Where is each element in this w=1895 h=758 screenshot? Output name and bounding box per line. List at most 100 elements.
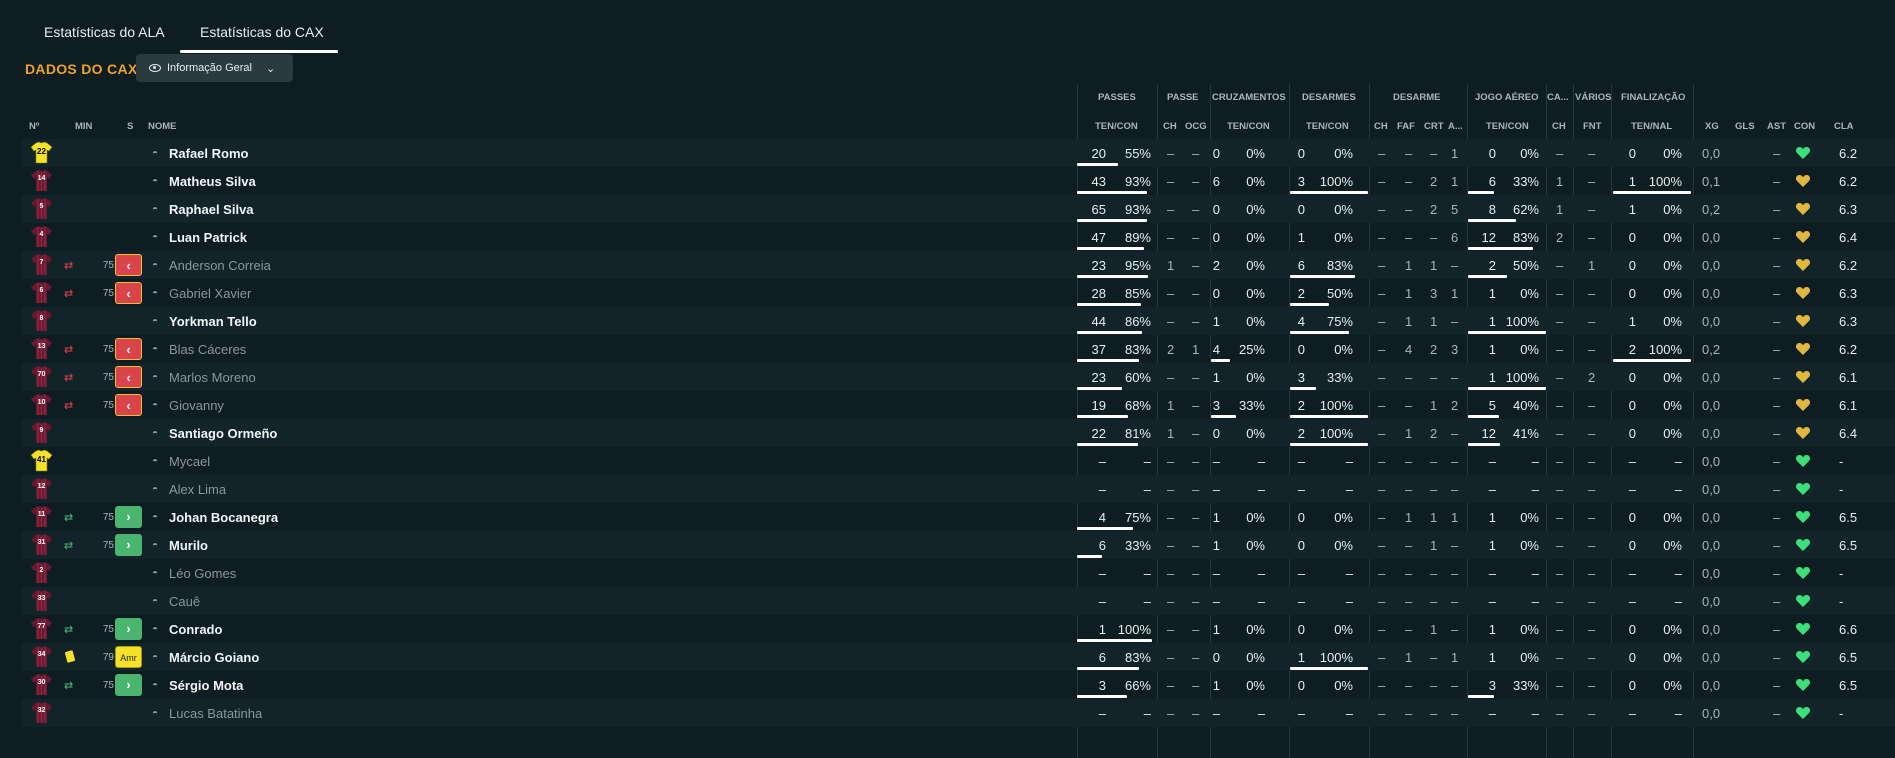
passe-ch: –: [1167, 650, 1175, 665]
table-row[interactable]: 4 ◓ Luan Patrick 47 89% – –0 0% 1 0% – – –6 12 83% 2–0 0…: [22, 223, 1895, 251]
view-selector-dropdown[interactable]: Informação Geral ⌄: [136, 54, 293, 82]
desarme-faf: 1: [1405, 258, 1413, 273]
tackles-pct: –: [1345, 482, 1353, 497]
player-name[interactable]: Sérgio Mota: [169, 678, 243, 693]
table-row[interactable]: 10 ⇄ 75 ‹ ◓ Giovanny 19 68% 1–3 33% 2 100% – –1 2 5 40% –…: [22, 391, 1895, 419]
sub-out-button[interactable]: ‹: [115, 282, 142, 304]
player-name[interactable]: Murilo: [169, 538, 208, 553]
sub-in-button[interactable]: ›: [115, 534, 142, 556]
table-row[interactable]: 30 ⇄ 75 › ◓ Sérgio Mota 3 66% – –1 0% 0 0% – – – –3 33% – –…: [22, 671, 1895, 699]
headers-pct: 41%: [1512, 426, 1539, 441]
passes-pct: –: [1143, 482, 1151, 497]
condition-heart-icon: [1795, 257, 1811, 273]
tab-ala-stats[interactable]: Estatísticas do ALA: [44, 24, 165, 40]
headers-pct: 83%: [1512, 230, 1539, 245]
player-name[interactable]: Conrado: [169, 622, 222, 637]
table-row[interactable]: 5 ◓ Raphael Silva 65 93% – –0 0% 0 0% – –2 5 8 62% 1–1 0…: [22, 195, 1895, 223]
yellow-card-badge[interactable]: Amr: [115, 646, 142, 668]
player-name[interactable]: Blas Cáceres: [169, 342, 246, 357]
header-con[interactable]: CON: [1794, 121, 1815, 132]
header-no[interactable]: Nº: [29, 121, 39, 132]
header-ca-ch[interactable]: CH: [1552, 121, 1566, 132]
header-jogo-aereo[interactable]: TEN/CON: [1486, 121, 1529, 132]
table-row[interactable]: 6 ⇄ 75 ‹ ◓ Gabriel Xavier 28 85% – –0 0% 2 50% –1 3 1 1 0…: [22, 279, 1895, 307]
player-name[interactable]: Alex Lima: [169, 482, 226, 497]
table-row[interactable]: 70 ⇄ 75 ‹ ◓ Marlos Moreno 23 60% – –1 0% 3 33% – – – –1 1…: [22, 363, 1895, 391]
player-name[interactable]: Santiago Ormeño: [169, 426, 277, 441]
desarme-crt: –: [1430, 594, 1438, 609]
table-row[interactable]: 34 79 Amr ◓ Márcio Goiano 6 83% – –0 0% 1 100% –1–1 1…: [22, 643, 1895, 671]
table-row[interactable]: 12 ◓ Alex Lima – – – – – – – – – – – – – – – – – –0,0– -: [22, 475, 1895, 503]
sub-out-button[interactable]: ‹: [115, 366, 142, 388]
passe-ch: –: [1167, 510, 1175, 525]
ca-ch: –: [1556, 146, 1564, 161]
header-ocg[interactable]: OCG: [1185, 121, 1207, 132]
header-passes[interactable]: TEN/CON: [1095, 121, 1138, 132]
header-fnt[interactable]: FNT: [1583, 121, 1601, 132]
header-min[interactable]: MIN: [75, 121, 92, 132]
header-nome[interactable]: NOME: [148, 121, 177, 132]
header-cla[interactable]: CLA: [1834, 121, 1854, 132]
table-row[interactable]: 31 ⇄ 75 › ◓ Murilo 6 33% – –1 0% 0 0% – –1–1 0% – –0 0% 0,0…: [22, 531, 1895, 559]
header-faf[interactable]: FAF: [1397, 121, 1415, 132]
group-ca: CA...: [1547, 92, 1569, 103]
shirt-number: 2: [39, 567, 44, 574]
shots-attempted: 0: [1628, 398, 1636, 413]
player-name[interactable]: Léo Gomes: [169, 566, 236, 581]
table-row[interactable]: 8 ◓ Yorkman Tello 44 86% – –1 0% 4 75% –1 1–1 100% – –…: [22, 307, 1895, 335]
header-cruzamentos[interactable]: TEN/CON: [1227, 121, 1270, 132]
table-row[interactable]: 13 ⇄ 75 ‹ ◓ Blas Cáceres 37 83% 2 1 4 25% 0 0% –4 2 3 1 0%…: [22, 335, 1895, 363]
sub-out-button[interactable]: ‹: [115, 394, 142, 416]
header-a[interactable]: A...: [1448, 121, 1463, 132]
header-s[interactable]: S: [127, 121, 133, 132]
player-name[interactable]: Anderson Correia: [169, 258, 271, 273]
player-name[interactable]: Lucas Batatinha: [169, 706, 262, 721]
player-name[interactable]: Rafael Romo: [169, 146, 248, 161]
header-desarme-ch[interactable]: CH: [1374, 121, 1388, 132]
person-icon: ◓: [152, 400, 159, 411]
header-finalizacao[interactable]: TEN/NAL: [1631, 121, 1672, 132]
header-gls[interactable]: GLS: [1735, 121, 1755, 132]
player-name[interactable]: Yorkman Tello: [169, 314, 257, 329]
header-ast[interactable]: AST: [1767, 121, 1786, 132]
table-row[interactable]: 11 ⇄ 75 › ◓ Johan Bocanegra 4 75% – –1 0% 0 0% –1 1 1 1 0…: [22, 503, 1895, 531]
player-name[interactable]: Marlos Moreno: [169, 370, 256, 385]
sub-in-button[interactable]: ›: [115, 618, 142, 640]
tab-cax-stats[interactable]: Estatísticas do CAX: [200, 24, 324, 40]
table-row[interactable]: 7 ⇄ 75 ‹ ◓ Anderson Correia 23 95% 1 – 2 0% 6 83% – 1 1 –…: [22, 251, 1895, 279]
player-name[interactable]: Gabriel Xavier: [169, 286, 251, 301]
player-name[interactable]: Giovanny: [169, 398, 224, 413]
sub-out-button[interactable]: ‹: [115, 338, 142, 360]
passe-ch: –: [1167, 566, 1175, 581]
sub-out-button[interactable]: ‹: [115, 254, 142, 276]
desarme-ch: –: [1378, 650, 1386, 665]
table-row[interactable]: 14 ◓ Matheus Silva 43 93% – – 6 0% 3 100% – – 2 1 6 33% 1…: [22, 167, 1895, 195]
player-name[interactable]: Johan Bocanegra: [169, 510, 278, 525]
assists-value: –: [1773, 258, 1781, 273]
player-name[interactable]: Luan Patrick: [169, 230, 247, 245]
table-row[interactable]: 2 ◓ Léo Gomes – – – – – – – – – – – – – – – – – –0,0– -: [22, 559, 1895, 587]
table-row[interactable]: 33 ◓ Cauê – – – – – – – – – – – – – – – – – –0,0– -: [22, 587, 1895, 615]
desarme-crt: 1: [1430, 398, 1438, 413]
header-ch[interactable]: CH: [1163, 121, 1177, 132]
tackles-attempted: 1: [1297, 650, 1305, 665]
player-name[interactable]: Márcio Goiano: [169, 650, 259, 665]
sub-in-button[interactable]: ›: [115, 506, 142, 528]
sub-in-button[interactable]: ›: [115, 674, 142, 696]
player-name[interactable]: Cauê: [169, 594, 200, 609]
table-row[interactable]: 77 ⇄ 75 › ◓ Conrado 1 100% – –1 0% 0 0% – –1–1 0% – –0 0% 0…: [22, 615, 1895, 643]
table-row[interactable]: 32 ◓ Lucas Batatinha – – – – – – – – – – – – – – – – – –0,0–…: [22, 699, 1895, 727]
crosses-attempted: 1: [1212, 314, 1220, 329]
table-row[interactable]: 9 ◓ Santiago Ormeño 22 81% 1–0 0% 2 100% –1 2–12 41…: [22, 419, 1895, 447]
crosses-attempted: 0: [1212, 650, 1220, 665]
header-crt[interactable]: CRT: [1424, 121, 1444, 132]
header-xg[interactable]: XG: [1705, 121, 1719, 132]
desarme-crt: 2: [1430, 342, 1438, 357]
table-row[interactable]: 22 ◓ Rafael Romo 20 55% – –0 0% 0 0% – – –1 0 0% – –0 0% 0…: [22, 139, 1895, 167]
xg-value: 0,0: [1702, 510, 1721, 525]
header-desarmes[interactable]: TEN/CON: [1306, 121, 1349, 132]
table-row[interactable]: 41 ◓ Mycael – – – – – – – – – – – – – – – – – –0,0– -: [22, 447, 1895, 475]
player-name[interactable]: Mycael: [169, 454, 210, 469]
player-name[interactable]: Raphael Silva: [169, 202, 254, 217]
player-name[interactable]: Matheus Silva: [169, 174, 256, 189]
